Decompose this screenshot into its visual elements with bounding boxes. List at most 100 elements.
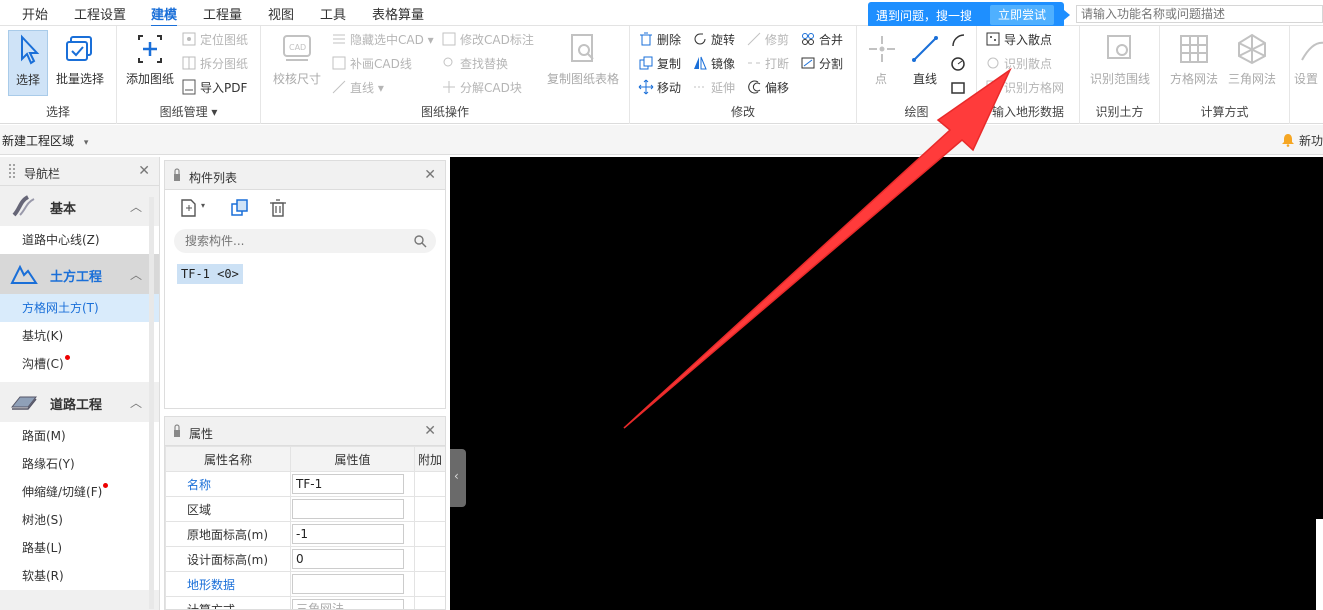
- copy-button[interactable]: 复制: [638, 54, 681, 74]
- grid-method-button[interactable]: 方格网法: [1166, 30, 1222, 96]
- copy-component-icon[interactable]: [229, 197, 251, 219]
- split-drawing-button[interactable]: 拆分图纸: [181, 54, 248, 74]
- nav-item-trench[interactable]: 沟槽(C): [0, 350, 159, 378]
- lock-icon[interactable]: [173, 167, 181, 183]
- split-button[interactable]: 分割: [800, 54, 843, 74]
- nav-item-foundation-pit[interactable]: 基坑(K): [0, 322, 159, 350]
- extend-button[interactable]: 延伸: [692, 78, 735, 98]
- nav-category-road[interactable]: 道路工程 ︿: [0, 382, 159, 422]
- chevron-up-icon[interactable]: ︿: [130, 394, 142, 411]
- trim-button[interactable]: 修剪: [746, 30, 789, 50]
- nav-category-earthwork[interactable]: 土方工程 ︿: [0, 254, 159, 294]
- property-extra-cell[interactable]: [414, 496, 445, 522]
- mirror-button[interactable]: 镜像: [692, 54, 735, 74]
- fill-cad-line-button[interactable]: 补画CAD线: [331, 54, 412, 74]
- rectangle-icon[interactable]: [950, 80, 966, 96]
- hide-cad-button[interactable]: 隐藏选中CAD ▾: [331, 30, 434, 50]
- locate-drawing-button[interactable]: 定位图纸: [181, 30, 248, 50]
- chevron-up-icon[interactable]: ︿: [130, 266, 142, 283]
- triangle-method-button[interactable]: 三角网法: [1224, 30, 1280, 96]
- component-item[interactable]: TF-1 <0>: [177, 264, 243, 284]
- new-function-notice[interactable]: 新功: [1281, 132, 1323, 149]
- copy-table-button[interactable]: 复制图纸表格: [543, 30, 623, 96]
- batch-select-button[interactable]: 批量选择: [55, 30, 105, 96]
- delete-component-icon[interactable]: [267, 197, 289, 219]
- property-extra-cell[interactable]: [414, 471, 445, 497]
- rotate-button[interactable]: 旋转: [692, 30, 735, 50]
- menu-quantity[interactable]: 工程量: [203, 4, 242, 23]
- panel-collapse-handle[interactable]: ‹: [450, 449, 466, 507]
- menu-modeling[interactable]: 建模: [151, 4, 178, 27]
- property-extra-cell[interactable]: [414, 596, 445, 609]
- new-component-icon[interactable]: [177, 197, 199, 219]
- nav-item-road-centerline[interactable]: 道路中心线(Z): [0, 226, 159, 254]
- ribbon-group-calc-method: 方格网法 三角网法 计算方式: [1160, 26, 1290, 124]
- identify-grid-points-button[interactable]: 识别方格网: [985, 78, 1064, 98]
- close-icon[interactable]: ✕: [424, 167, 436, 183]
- component-search-input[interactable]: [174, 229, 436, 253]
- property-value-input[interactable]: [292, 499, 404, 519]
- property-value-input[interactable]: -1: [292, 524, 404, 544]
- close-icon[interactable]: ✕: [138, 163, 150, 179]
- draw-line-button[interactable]: 直线: [905, 30, 945, 96]
- offset-button[interactable]: 偏移: [746, 78, 789, 98]
- grip-icon[interactable]: [8, 163, 16, 179]
- project-area-dropdown[interactable]: 新建工程区域 ▾: [2, 132, 88, 149]
- explode-cad-block-button[interactable]: 分解CAD块: [441, 78, 522, 98]
- add-drawing-button[interactable]: 添加图纸: [123, 30, 177, 96]
- merge-label: 合并: [819, 33, 844, 47]
- property-value-input[interactable]: 三角网法: [292, 599, 404, 609]
- identify-points-button[interactable]: 识别散点: [985, 54, 1052, 74]
- property-value-input[interactable]: 0: [292, 549, 404, 569]
- menu-start[interactable]: 开始: [22, 4, 48, 23]
- properties-header: 属性 ✕: [165, 417, 445, 446]
- move-button[interactable]: 移动: [638, 78, 681, 98]
- rotate-label: 旋转: [711, 33, 736, 47]
- point-icon: [869, 36, 895, 62]
- function-search-input[interactable]: [1076, 5, 1323, 23]
- merge-button[interactable]: 合并: [800, 30, 843, 50]
- nav-item-soft-foundation[interactable]: 软基(R): [0, 562, 159, 590]
- circle-icon[interactable]: [950, 56, 966, 72]
- nav-item-subgrade[interactable]: 路基(L): [0, 534, 159, 562]
- menu-project-settings[interactable]: 工程设置: [74, 4, 126, 23]
- menu-table-calc[interactable]: 表格算量: [372, 4, 424, 23]
- chevron-up-icon[interactable]: ︿: [130, 198, 142, 215]
- property-extra-cell[interactable]: [414, 546, 445, 572]
- property-value-input[interactable]: [292, 574, 404, 594]
- chevron-down-icon[interactable]: ▾: [201, 201, 205, 210]
- explode-label: 分解CAD块: [460, 81, 522, 95]
- try-now-button[interactable]: 立即尝试: [990, 5, 1054, 25]
- nav-item-grid-earthwork[interactable]: 方格网土方(T): [0, 294, 159, 322]
- nav-category-next[interactable]: [0, 590, 159, 610]
- select-button[interactable]: 选择: [8, 30, 48, 96]
- arc-icon[interactable]: [950, 32, 966, 48]
- nav-item-pavement[interactable]: 路面(M): [0, 422, 159, 450]
- line-tool-button[interactable]: 直线 ▾: [331, 78, 384, 98]
- property-extra-cell[interactable]: [414, 521, 445, 547]
- identify-range-button[interactable]: 识别范围线: [1088, 30, 1152, 96]
- point-tool-button[interactable]: 点: [865, 30, 897, 96]
- close-icon[interactable]: ✕: [424, 423, 436, 439]
- lock-icon[interactable]: [173, 423, 181, 439]
- search-icon[interactable]: [413, 234, 427, 248]
- nav-item-expansion-joint[interactable]: 伸缩缝/切缝(F): [0, 478, 159, 506]
- find-replace-button[interactable]: 查找替换: [441, 54, 508, 74]
- table-header-row: 属性名称 属性值 附加: [165, 446, 445, 472]
- nav-scrollbar[interactable]: [149, 197, 154, 609]
- nav-item-curb[interactable]: 路缘石(Y): [0, 450, 159, 478]
- property-extra-cell[interactable]: [414, 571, 445, 597]
- property-value-input[interactable]: TF-1: [292, 474, 404, 494]
- nav-category-basic[interactable]: 基本 ︿: [0, 186, 159, 226]
- modify-cad-mark-button[interactable]: 修改CAD标注: [441, 30, 534, 50]
- menu-view[interactable]: 视图: [268, 4, 294, 23]
- menu-tools[interactable]: 工具: [320, 4, 346, 23]
- settings-button[interactable]: 设置: [1294, 30, 1323, 96]
- break-button[interactable]: 打断: [746, 54, 789, 74]
- check-size-button[interactable]: CAD 校核尺寸: [267, 30, 327, 96]
- nav-item-tree-pit[interactable]: 树池(S): [0, 506, 159, 534]
- import-pdf-button[interactable]: 导入PDF: [181, 78, 247, 98]
- import-points-button[interactable]: 导入散点: [985, 30, 1052, 50]
- delete-button[interactable]: 删除: [638, 30, 681, 50]
- drawing-canvas[interactable]: [450, 157, 1323, 610]
